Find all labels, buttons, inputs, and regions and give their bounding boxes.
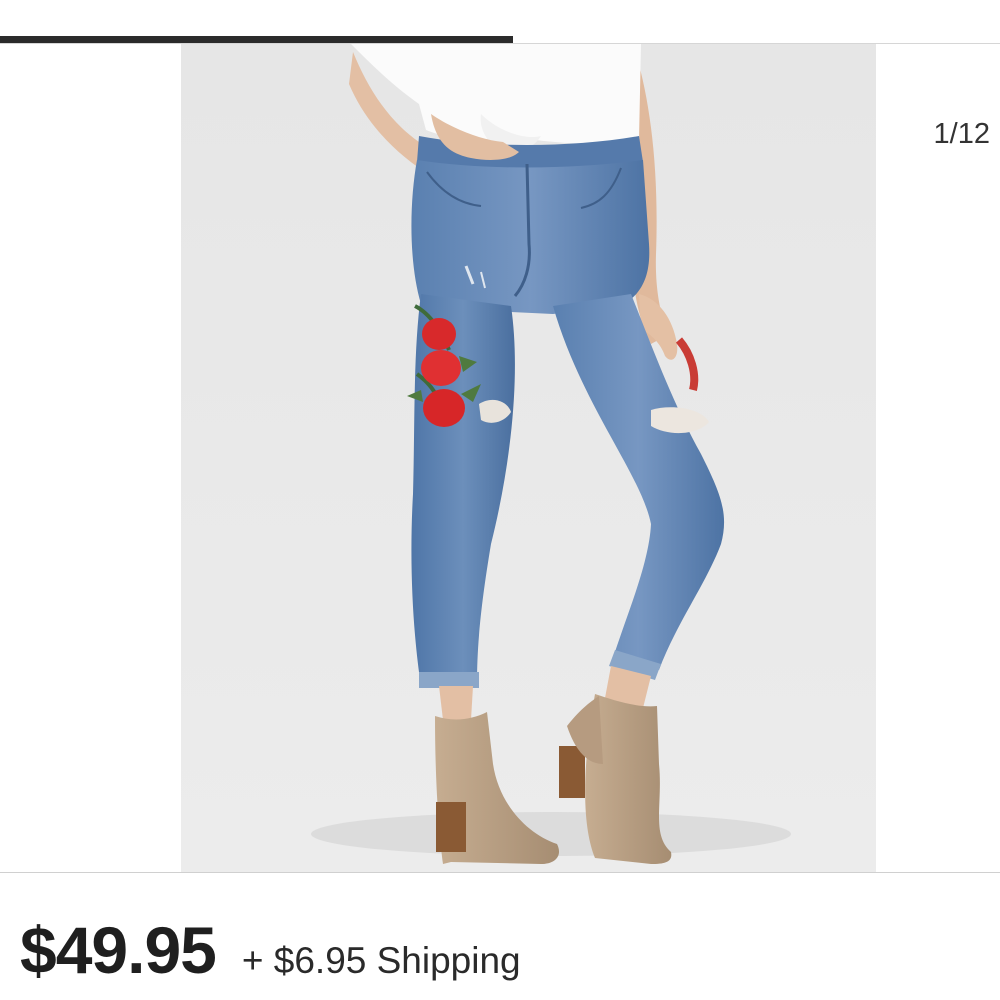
shipping-cost: + $6.95 Shipping [241,940,521,981]
listing-page: 1/12 $49.95 + $6.95 Shipping [0,0,1000,1000]
product-photo[interactable] [181,44,876,872]
price-row: $49.95 + $6.95 Shipping [20,912,521,988]
item-price: $49.95 [20,913,217,987]
image-gallery[interactable]: 1/12 [0,44,1000,872]
image-counter: 1/12 [933,118,990,150]
product-photo-illustration [181,44,876,872]
gallery-divider [0,872,1000,873]
active-tab-indicator [0,36,513,43]
tab-strip [0,0,1000,44]
